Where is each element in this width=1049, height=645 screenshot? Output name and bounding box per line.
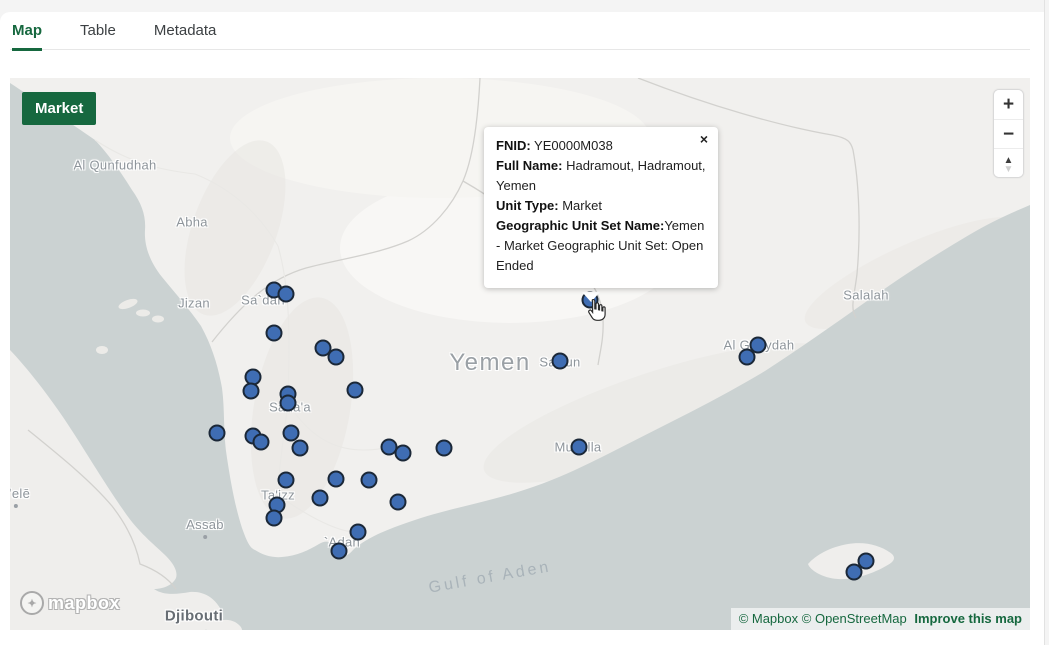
tab[interactable]: Table [80,16,116,51]
popup-field: Geographic Unit Set Name:Yemen - Market … [496,216,706,276]
market-marker[interactable] [328,349,345,366]
market-marker[interactable] [243,383,260,400]
market-marker[interactable] [436,440,453,457]
layer-badge: Market [22,92,96,125]
improve-map-link[interactable]: Improve this map [914,611,1022,626]
popup-field: FNID: YE0000M038 [496,136,706,156]
popup-tail [582,292,600,302]
market-marker[interactable] [278,472,295,489]
market-marker[interactable] [361,472,378,489]
attribution-osm-link[interactable]: © OpenStreetMap [802,611,907,626]
market-marker[interactable] [278,286,295,303]
market-marker[interactable] [280,395,297,412]
market-marker[interactable] [350,524,367,541]
map-attribution: © Mapbox © OpenStreetMap Improve this ma… [731,608,1030,630]
zoom-in-button[interactable]: + [994,90,1023,119]
marker-popup: × FNID: YE0000M038 Full Name: Hadramout,… [484,127,718,288]
market-marker[interactable] [331,543,348,560]
market-marker[interactable] [253,434,270,451]
zoom-out-button[interactable]: − [994,119,1023,148]
compass-down-icon: ▼ [994,165,1023,174]
popup-close-button[interactable]: × [696,129,712,149]
market-marker[interactable] [552,353,569,370]
market-marker[interactable] [266,510,283,527]
market-marker[interactable] [739,349,756,366]
place-label: kʼelē [10,486,30,508]
market-marker[interactable] [292,440,309,457]
tab[interactable]: Metadata [154,16,217,51]
country-label: Yemen [449,349,530,377]
tab-bar: Map Table Metadata [10,16,1030,50]
compass-button[interactable]: ▲▼ [994,148,1023,177]
market-marker[interactable] [347,382,364,399]
market-marker[interactable] [328,471,345,488]
place-label: Abha [176,215,208,230]
map-canvas[interactable]: Yemen Gulf of Aden Al Qunfudhah Abha Jiz… [10,78,1030,630]
market-marker[interactable] [571,439,588,456]
place-label: Jizan [178,296,210,311]
popup-fields: FNID: YE0000M038 Full Name: Hadramout, H… [496,136,706,276]
place-label: Al Qunfudhah [73,158,156,173]
popup-field: Unit Type: Market [496,196,706,216]
market-marker[interactable] [312,490,329,507]
mapbox-logo[interactable]: ✦ mapbox [20,591,120,615]
place-label: Assab [186,517,224,539]
map-nav-controls: + − ▲▼ [993,89,1024,178]
market-marker[interactable] [395,445,412,462]
mapbox-logo-icon: ✦ [20,591,44,615]
mapbox-logo-text: mapbox [48,593,120,614]
market-marker[interactable] [266,325,283,342]
popup-field: Full Name: Hadramout, Hadramout, Yemen [496,156,706,196]
market-marker[interactable] [209,425,226,442]
place-label: Djibouti [165,608,223,625]
scrollbar-gutter [1044,0,1045,645]
attribution-mapbox-link[interactable]: © Mapbox [739,611,798,626]
tab[interactable]: Map [12,16,42,51]
market-marker[interactable] [846,564,863,581]
place-label: Salalah [843,288,888,303]
market-marker[interactable] [390,494,407,511]
